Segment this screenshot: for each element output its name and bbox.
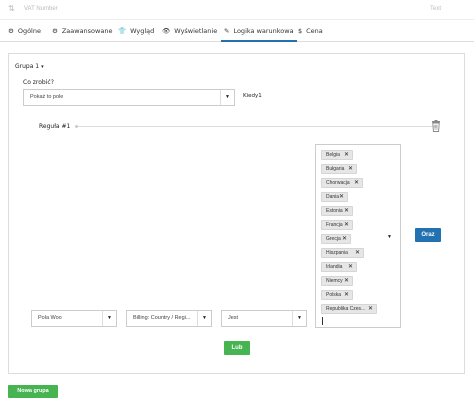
remove-icon[interactable]: ✕ <box>344 291 349 299</box>
action-select[interactable]: Pokaż to pole ▼ <box>23 89 235 106</box>
dollar-icon: $ <box>298 27 303 35</box>
action-select-value: Pokaż to pole <box>30 94 64 100</box>
field-source-value: Pola Woo <box>38 315 62 321</box>
rule-divider <box>75 125 437 128</box>
tab-display[interactable]: 👁 Wyświetlanie <box>162 20 217 42</box>
trash-icon[interactable] <box>431 120 441 132</box>
group-title: Grupa 1 ▾ <box>15 63 44 70</box>
operator-select[interactable]: Jest ▼ <box>221 310 307 327</box>
field-type-label: Text <box>430 6 442 12</box>
or-button[interactable]: Lub <box>224 341 250 355</box>
tab-label: Wygląd <box>130 27 155 35</box>
chevron-down-icon: ▼ <box>197 311 211 326</box>
tshirt-icon: 👕 <box>118 27 127 35</box>
tab-label: Logika warunkowa <box>233 27 294 35</box>
remove-icon[interactable]: ✕ <box>355 249 360 257</box>
field-header-bar: ⇅ VAT Number Text <box>0 0 474 20</box>
when-label: Kiedy1 <box>243 93 262 99</box>
value-chip: Belgia ✕ <box>321 150 353 160</box>
chevron-down-icon: ▼ <box>220 90 234 105</box>
condition-group-panel: Grupa 1 ▾ Co zrobić? Pokaż to pole ▼ Kie… <box>8 53 465 374</box>
text-cursor <box>322 317 323 325</box>
remove-icon[interactable]: ✕ <box>348 263 353 271</box>
value-chip: Polska ✕ <box>321 290 353 300</box>
field-name-label: VAT Number <box>24 6 58 12</box>
remove-icon[interactable]: ✕ <box>342 235 347 243</box>
remove-icon[interactable]: ✕ <box>344 277 349 285</box>
gear-icon: ⚙ <box>8 27 14 35</box>
chevron-down-icon[interactable]: ▼ <box>387 234 392 240</box>
tab-label: Zaawansowane <box>61 27 113 35</box>
tab-label: Ogólne <box>17 27 41 35</box>
tab-label: Wyświetlanie <box>174 27 218 35</box>
value-chip: Francja ✕ <box>321 220 353 230</box>
value-chip: Estonia ✕ <box>321 206 353 216</box>
value-chip: Dania ✕ <box>321 192 348 202</box>
tab-appearance[interactable]: 👕 Wygląd <box>118 20 154 42</box>
remove-icon[interactable]: ✕ <box>344 151 349 159</box>
and-button[interactable]: Oraz <box>415 228 441 242</box>
field-select-value: Billing: Country / Regi... <box>133 315 191 321</box>
operator-select-value: Jest <box>228 315 239 321</box>
remove-icon[interactable]: ✕ <box>354 179 359 187</box>
chevron-down-icon: ▼ <box>102 311 116 326</box>
tab-label: Cena <box>306 27 323 35</box>
value-chip: Grecja ✕ <box>321 234 351 244</box>
magic-wand-icon: ✎ <box>224 27 230 35</box>
remove-icon[interactable]: ✕ <box>344 207 349 215</box>
gears-icon: ⚙ <box>52 27 58 35</box>
new-group-button[interactable]: Nowa grupa <box>8 385 58 398</box>
value-chip: Chorwacja ✕ <box>321 178 363 188</box>
value-chip: Republika Czes... ✕ <box>321 304 377 314</box>
sort-handle-icon[interactable]: ⇅ <box>8 4 15 13</box>
remove-icon[interactable]: ✕ <box>344 221 349 229</box>
remove-icon[interactable]: ✕ <box>348 165 353 173</box>
chevron-down-icon: ▼ <box>292 311 306 326</box>
value-chip: Irlandia ✕ <box>321 262 357 272</box>
tab-advanced[interactable]: ⚙ Zaawansowane <box>52 20 112 42</box>
rule-title: Reguła #1 <box>39 123 71 130</box>
remove-icon[interactable]: ✕ <box>339 193 344 201</box>
field-select[interactable]: Billing: Country / Regi... ▼ <box>126 310 212 327</box>
value-chip: Hiszpania ✕ <box>321 248 364 258</box>
tab-conditional-logic[interactable]: ✎ Logika warunkowa <box>221 20 297 42</box>
tab-general[interactable]: ⚙ Ogólne <box>8 20 41 42</box>
value-chip: Niemcy ✕ <box>321 276 353 286</box>
tab-price[interactable]: $ Cena <box>298 20 323 42</box>
field-source-select[interactable]: Pola Woo ▼ <box>31 310 117 327</box>
settings-tabs: ⚙ Ogólne ⚙ Zaawansowane 👕 Wygląd 👁 Wyświetla… <box>0 20 474 42</box>
value-chip: Bułgaria ✕ <box>321 164 357 174</box>
action-label: Co zrobić? <box>23 79 54 86</box>
eye-icon: 👁 <box>162 27 171 35</box>
remove-icon[interactable]: ✕ <box>368 305 373 313</box>
